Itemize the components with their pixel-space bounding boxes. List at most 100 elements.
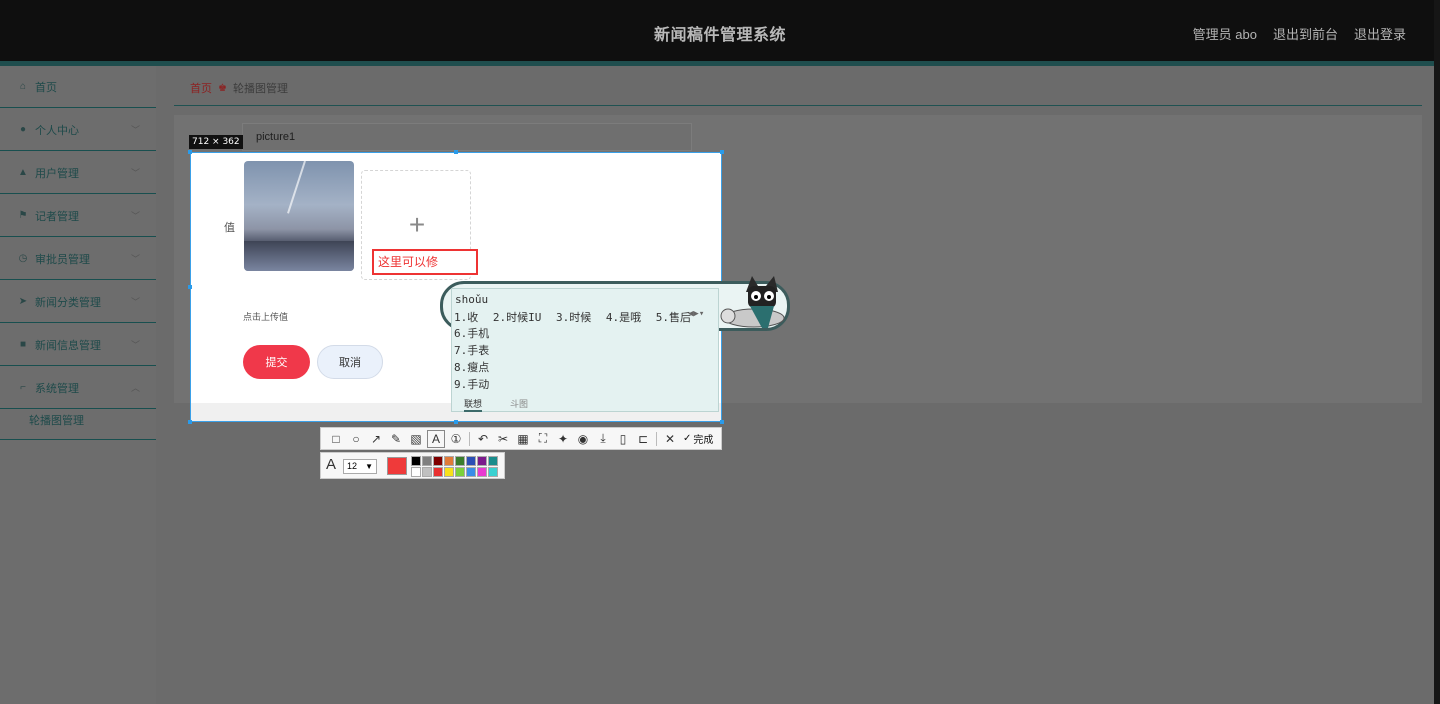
bookmark-icon[interactable]: ⊏: [634, 430, 652, 448]
arrow-tool-icon[interactable]: ↗: [367, 430, 385, 448]
chevron-down-icon: ﹀: [130, 125, 140, 135]
undo-icon[interactable]: ↶: [474, 430, 492, 448]
color-swatch[interactable]: [455, 467, 465, 477]
color-swatch[interactable]: [422, 456, 432, 466]
color-swatch[interactable]: [433, 456, 443, 466]
text-tool-icon[interactable]: A: [427, 429, 445, 448]
sidebar-item-label: 个人中心: [35, 124, 79, 137]
box-icon: ■: [19, 339, 27, 350]
ime-page-arrows-icon[interactable]: ◀▶▾: [688, 309, 704, 319]
pin-icon[interactable]: ✦: [554, 430, 572, 448]
chevron-down-icon: ﹀: [130, 340, 140, 350]
sidebar-item-home[interactable]: ⌂ 首页: [0, 66, 156, 108]
sidebar-item-news-category[interactable]: ➤ 新闻分类管理 ﹀: [0, 281, 156, 323]
ime-candidate[interactable]: 1.收: [454, 311, 478, 324]
sidebar-subitem-carousel[interactable]: 轮播图管理: [0, 400, 156, 440]
sidebar-item-approver-management[interactable]: ◷ 审批员管理 ﹀: [0, 238, 156, 280]
ime-candidate[interactable]: 4.是哦: [606, 311, 641, 324]
resize-handle[interactable]: [720, 150, 724, 154]
sidebar-item-reporter-management[interactable]: ⚑ 记者管理 ﹀: [0, 195, 156, 237]
sidebar-item-label: 新闻分类管理: [35, 296, 101, 309]
breadcrumb-separator-icon: ♚: [218, 82, 227, 94]
sidebar-item-label: 系统管理: [35, 382, 79, 395]
dropdown-icon: ▼: [365, 462, 373, 471]
color-swatch[interactable]: [466, 456, 476, 466]
ocr-icon[interactable]: ▦: [514, 430, 532, 448]
font-size-select[interactable]: 12 ▼: [343, 459, 377, 474]
breadcrumb-current: 轮播图管理: [232, 83, 288, 95]
sidebar-item-label: 记者管理: [35, 210, 79, 223]
record-icon[interactable]: ◉: [574, 430, 592, 448]
sidebar-item-label: 首页: [35, 81, 57, 94]
window-edge: [1434, 0, 1440, 704]
ime-tabs: 联想 斗图: [452, 396, 718, 412]
cancel-button[interactable]: 取消: [317, 345, 383, 379]
chevron-down-icon: ﹀: [130, 297, 140, 307]
resize-handle[interactable]: [188, 285, 192, 289]
color-swatch[interactable]: [411, 456, 421, 466]
resize-handle[interactable]: [188, 420, 192, 424]
ime-tab-suggest[interactable]: 联想: [464, 397, 483, 412]
resize-handle[interactable]: [454, 150, 458, 154]
sidebar-item-user-management[interactable]: ▲ 用户管理 ﹀: [0, 152, 156, 194]
chevron-down-icon: ﹀: [130, 168, 140, 178]
ime-candidate[interactable]: 9.手动: [454, 376, 489, 393]
ellipse-tool-icon[interactable]: ○: [347, 430, 365, 448]
sidebar-item-personal-center[interactable]: ● 个人中心 ﹀: [0, 109, 156, 151]
submit-button[interactable]: 提交: [243, 345, 310, 379]
color-swatch[interactable]: [455, 456, 465, 466]
clock-icon: ◷: [18, 253, 28, 264]
color-swatch[interactable]: [444, 467, 454, 477]
done-button[interactable]: ✓ 完成: [683, 431, 713, 446]
plus-icon: +: [408, 209, 426, 240]
close-icon[interactable]: ✕: [661, 430, 679, 448]
ime-more-candidates: 6.手机 7.手表 8.瘦点 9.手动: [454, 325, 489, 393]
sidebar-subitem-label: 轮播图管理: [29, 414, 84, 427]
admin-user-link[interactable]: 管理员 abo: [1193, 24, 1257, 43]
check-icon: ✓: [683, 433, 692, 444]
long-screenshot-icon[interactable]: ⛶: [534, 430, 552, 448]
color-swatch[interactable]: [477, 456, 487, 466]
users-icon: ▲: [18, 167, 28, 178]
resize-handle[interactable]: [454, 420, 458, 424]
header-accent-bar: [0, 61, 1440, 66]
ime-tab-sticker[interactable]: 斗图: [510, 397, 528, 410]
number-tool-icon[interactable]: ①: [447, 430, 465, 448]
sidebar-item-news-info[interactable]: ■ 新闻信息管理 ﹀: [0, 324, 156, 366]
chevron-up-icon: ︿: [130, 383, 140, 393]
chevron-down-icon: ﹀: [130, 254, 140, 264]
breadcrumb-home[interactable]: 首页: [190, 80, 212, 96]
color-swatch[interactable]: [488, 467, 498, 477]
home-icon: ⌂: [19, 81, 27, 92]
uploaded-image-thumbnail[interactable]: [244, 161, 354, 271]
color-swatch[interactable]: [466, 467, 476, 477]
download-icon[interactable]: ⤓: [594, 430, 612, 448]
ime-candidate[interactable]: 8.瘦点: [454, 359, 489, 376]
name-input[interactable]: picture1: [242, 123, 692, 151]
ime-candidate[interactable]: 5.售后: [656, 311, 691, 324]
exit-to-frontend-link[interactable]: 退出到前台: [1273, 24, 1338, 43]
ime-candidate[interactable]: 7.手表: [454, 342, 489, 359]
save-icon[interactable]: ▯: [614, 430, 632, 448]
color-swatch[interactable]: [488, 456, 498, 466]
resize-handle[interactable]: [720, 420, 724, 424]
color-swatch[interactable]: [477, 467, 487, 477]
ime-candidate[interactable]: 6.手机: [454, 325, 489, 342]
current-color-swatch[interactable]: [387, 457, 407, 475]
breadcrumb-divider: [174, 105, 1422, 106]
ime-candidate[interactable]: 2.时候IU: [493, 311, 542, 324]
color-swatch[interactable]: [422, 467, 432, 477]
ime-candidate[interactable]: 3.时候: [556, 311, 591, 324]
logout-link[interactable]: 退出登录: [1354, 24, 1406, 43]
pencil-tool-icon[interactable]: ✎: [387, 430, 405, 448]
scissors-icon[interactable]: ✂: [494, 430, 512, 448]
color-swatch[interactable]: [433, 467, 443, 477]
color-swatch[interactable]: [444, 456, 454, 466]
color-swatch[interactable]: [411, 467, 421, 477]
user-icon: ●: [19, 124, 27, 135]
rectangle-tool-icon[interactable]: □: [327, 430, 345, 448]
text-annotation-box[interactable]: 这里可以修: [372, 249, 478, 275]
mosaic-tool-icon[interactable]: ▧: [407, 430, 425, 448]
resize-handle[interactable]: [188, 150, 192, 154]
annotation-toolbar: □ ○ ↗ ✎ ▧ A ① ↶ ✂ ▦ ⛶ ✦ ◉ ⤓ ▯ ⊏ ✕ ✓ 完成: [320, 427, 722, 450]
